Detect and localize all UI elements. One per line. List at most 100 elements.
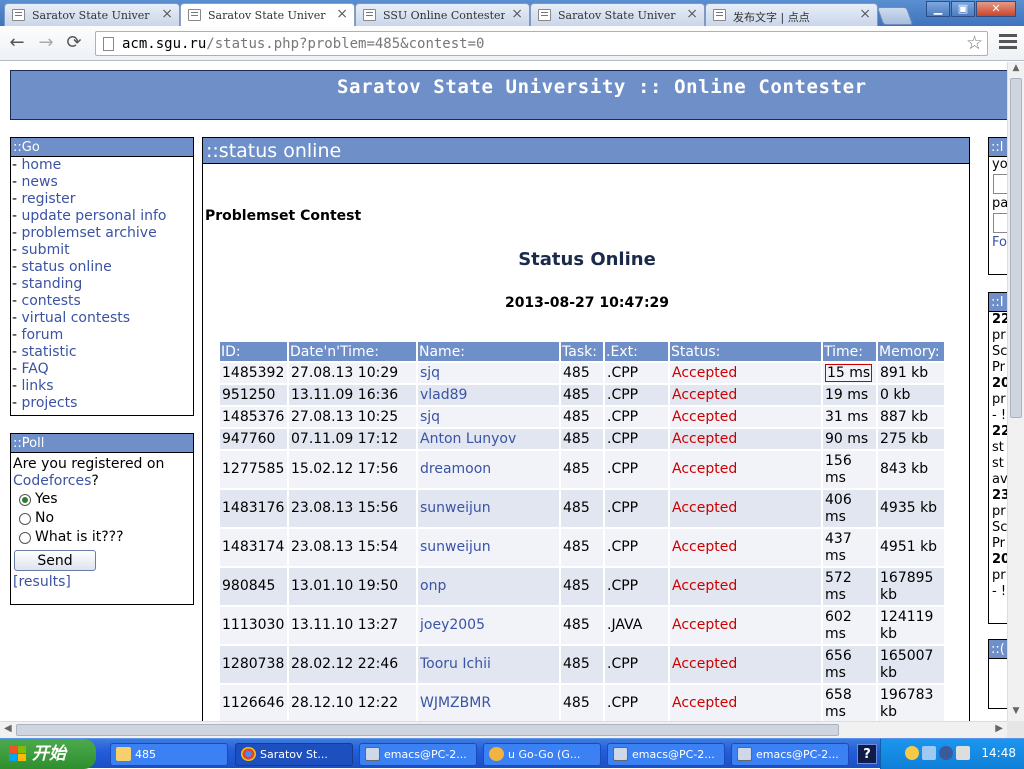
scroll-thumb[interactable] — [1010, 78, 1022, 418]
taskbar-item[interactable]: emacs@PC-2... — [731, 743, 849, 766]
codeforces-link[interactable]: Codeforces — [13, 473, 91, 489]
reload-icon[interactable]: ⟳ — [63, 32, 85, 54]
menu-item-submit[interactable]: - submit — [11, 242, 193, 259]
submission-datetime: 28.02.12 22:46 — [289, 646, 416, 683]
network-icon[interactable] — [922, 746, 936, 760]
menu-item-status-online[interactable]: - status online — [11, 259, 193, 276]
browser-tab[interactable]: Saratov State Univer × — [530, 3, 705, 26]
maximize-button[interactable]: ▣ — [951, 1, 975, 17]
new-tab-button[interactable] — [876, 7, 914, 25]
forgot-link[interactable]: Fo — [989, 235, 1007, 251]
user-name-link[interactable]: dreamoon — [418, 451, 559, 488]
poll-option-no[interactable]: No — [13, 509, 191, 528]
news-line: - ! — [992, 408, 1007, 423]
start-button[interactable]: 开始 — [0, 739, 96, 769]
menu-item-virtual-contests[interactable]: - virtual contests — [11, 310, 193, 327]
radio-button[interactable] — [19, 532, 31, 544]
menu-item-register[interactable]: - register — [11, 191, 193, 208]
results-link[interactable]: [results] — [13, 574, 191, 591]
menu-item-standing[interactable]: - standing — [11, 276, 193, 293]
send-button[interactable]: Send — [14, 550, 96, 571]
scroll-up-icon[interactable]: ▲ — [1008, 63, 1024, 77]
close-window-button[interactable]: ✕ — [976, 1, 1016, 17]
news-line: av — [992, 472, 1007, 487]
submission-id: 951250 — [220, 385, 287, 405]
menu-item-home[interactable]: - home — [11, 157, 193, 174]
radio-button[interactable] — [19, 494, 31, 506]
url-text[interactable]: acm.sgu.ru/status.php?problem=485&contes… — [122, 36, 484, 52]
taskbar-item[interactable]: Saratov St... — [235, 743, 353, 766]
page-icon — [188, 9, 201, 21]
submission-id: 1280738 — [220, 646, 287, 683]
taskbar-item[interactable]: emacs@PC-2... — [607, 743, 725, 766]
taskbar-item[interactable]: emacs@PC-2... — [359, 743, 477, 766]
menu-item-statistic[interactable]: - statistic — [11, 344, 193, 361]
vertical-scrollbar[interactable]: ▲ ▼ — [1007, 62, 1024, 721]
minimize-button[interactable]: ▁ — [926, 1, 950, 17]
menu-item-faq[interactable]: - FAQ — [11, 361, 193, 378]
clock: 14:48 — [981, 746, 1016, 760]
user-name-link[interactable]: WJMZBMR — [418, 685, 559, 721]
poll-option-yes[interactable]: Yes — [13, 490, 191, 509]
radio-button[interactable] — [19, 513, 31, 525]
submission-datetime: 27.08.13 10:25 — [289, 407, 416, 427]
user-name-link[interactable]: sunweijun — [418, 490, 559, 527]
close-icon[interactable]: × — [161, 6, 173, 22]
taskbar-item[interactable]: 485 — [110, 743, 228, 766]
taskbar-item[interactable]: u Go-Go (G... — [483, 743, 601, 766]
volume-icon[interactable] — [956, 746, 970, 760]
address-bar[interactable]: acm.sgu.ru/status.php?problem=485&contes… — [95, 31, 988, 56]
help-icon[interactable]: ? — [857, 744, 877, 764]
table-row: 1483174 23.08.13 15:54 sunweijun 485 .CPP Acc… — [220, 529, 944, 566]
memory-used: 891 kb — [878, 363, 944, 383]
status-rows: 1485392 27.08.13 10:29 sjq 485 .CPP Accepted 1… — [220, 363, 944, 721]
news-line: 20 — [992, 552, 1007, 567]
memory-used: 124119 kb — [878, 607, 944, 644]
emacs-icon — [737, 747, 752, 761]
browser-tab-active[interactable]: Saratov State Univer × — [180, 3, 355, 26]
menu-item-links[interactable]: - links — [11, 378, 193, 395]
user-name-link[interactable]: Tooru Ichii — [418, 646, 559, 683]
user-name-link[interactable]: Anton Lunyov — [418, 429, 559, 449]
user-name-link[interactable]: joey2005 — [418, 607, 559, 644]
messenger-icon[interactable] — [905, 746, 919, 760]
news-line: Sc — [992, 344, 1007, 359]
close-icon[interactable]: × — [686, 6, 698, 22]
shield-icon[interactable] — [939, 746, 953, 760]
forward-icon[interactable]: → — [35, 32, 57, 54]
browser-tab[interactable]: 发布文字 | 点点 × — [705, 3, 878, 26]
login-label: yo — [992, 157, 1007, 172]
browser-tab[interactable]: SSU Online Contester × — [355, 3, 530, 26]
close-icon[interactable]: × — [336, 6, 348, 22]
menu-icon[interactable] — [999, 34, 1017, 52]
user-name-link[interactable]: sunweijun — [418, 529, 559, 566]
verdict: Accepted — [670, 607, 821, 644]
browser-tab[interactable]: Saratov State Univer × — [4, 3, 180, 26]
close-icon[interactable]: × — [511, 6, 523, 22]
user-name-link[interactable]: vlad89 — [418, 385, 559, 405]
user-name-link[interactable]: onp — [418, 568, 559, 605]
menu-item-update-personal-info[interactable]: - update personal info — [11, 208, 193, 225]
file-ext: .CPP — [605, 429, 668, 449]
run-time: 406 ms — [823, 490, 876, 527]
close-icon[interactable]: × — [859, 6, 871, 22]
column-header: Date'n'Time: — [289, 342, 416, 361]
scroll-thumb[interactable] — [16, 724, 839, 736]
menu-item-projects[interactable]: - projects — [11, 395, 193, 412]
menu-item-problemset-archive[interactable]: - problemset archive — [11, 225, 193, 242]
bookmark-star-icon[interactable]: ☆ — [966, 32, 983, 54]
username-field[interactable] — [993, 174, 1007, 194]
scroll-left-icon[interactable]: ◀ — [4, 723, 12, 734]
user-name-link[interactable]: sjq — [418, 363, 559, 383]
horizontal-scrollbar[interactable]: ◀ ▶ — [0, 721, 1007, 738]
menu-item-forum[interactable]: - forum — [11, 327, 193, 344]
menu-item-news[interactable]: - news — [11, 174, 193, 191]
password-field[interactable] — [993, 213, 1007, 233]
poll-option-what[interactable]: What is it??? — [13, 528, 191, 547]
run-time: 602 ms — [823, 607, 876, 644]
scroll-right-icon[interactable]: ▶ — [995, 723, 1003, 734]
back-icon[interactable]: ← — [6, 32, 28, 54]
menu-item-contests[interactable]: - contests — [11, 293, 193, 310]
user-name-link[interactable]: sjq — [418, 407, 559, 427]
scroll-down-icon[interactable]: ▼ — [1008, 706, 1024, 720]
